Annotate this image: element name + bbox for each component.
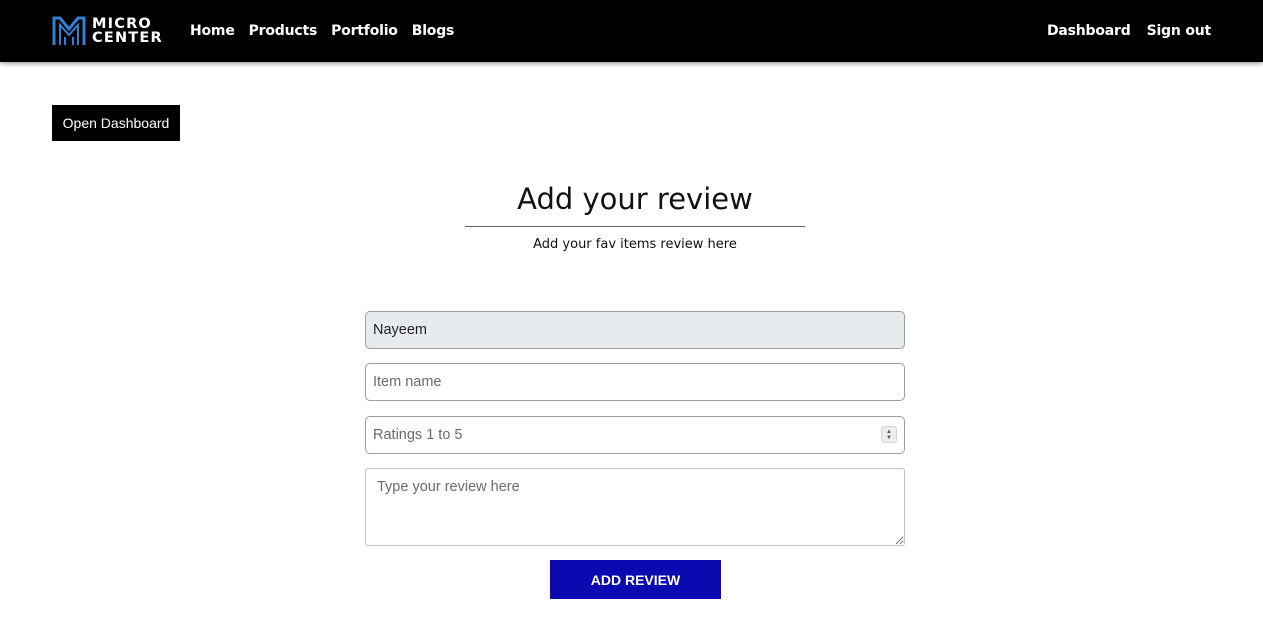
nav-dashboard-link[interactable]: Dashboard bbox=[1047, 23, 1131, 39]
review-textarea[interactable] bbox=[365, 468, 905, 546]
nav-home-link[interactable]: Home bbox=[190, 23, 235, 39]
top-navbar: MICRO CENTER Home Products Portfolio Blo… bbox=[0, 0, 1263, 62]
primary-nav: Home Products Portfolio Blogs bbox=[190, 0, 468, 62]
nav-blogs-link[interactable]: Blogs bbox=[412, 23, 455, 39]
nav-signout-link[interactable]: Sign out bbox=[1147, 23, 1212, 39]
brand-line1: MICRO bbox=[92, 16, 152, 32]
title-divider bbox=[465, 226, 805, 227]
reviewer-name-field[interactable] bbox=[365, 311, 905, 349]
micro-center-logo-icon bbox=[52, 16, 86, 45]
rating-input[interactable] bbox=[365, 416, 905, 454]
add-review-button[interactable]: ADD REVIEW bbox=[550, 560, 721, 599]
brand-logo[interactable]: MICRO CENTER bbox=[52, 15, 163, 47]
nav-products-link[interactable]: Products bbox=[249, 23, 318, 39]
page-subtitle: Add your fav items review here bbox=[533, 237, 737, 252]
brand-line2: CENTER bbox=[92, 30, 163, 46]
chevron-down-icon[interactable]: ▼ bbox=[886, 435, 892, 441]
rating-field-wrapper: ▲ ▼ bbox=[365, 416, 905, 454]
open-dashboard-button[interactable]: Open Dashboard bbox=[52, 105, 180, 141]
nav-portfolio-link[interactable]: Portfolio bbox=[331, 23, 398, 39]
rating-stepper[interactable]: ▲ ▼ bbox=[881, 426, 897, 443]
brand-name: MICRO CENTER bbox=[92, 16, 163, 46]
account-nav: Dashboard Sign out bbox=[1031, 0, 1211, 62]
item-name-input[interactable] bbox=[365, 363, 905, 401]
page-title: Add your review bbox=[517, 182, 753, 216]
